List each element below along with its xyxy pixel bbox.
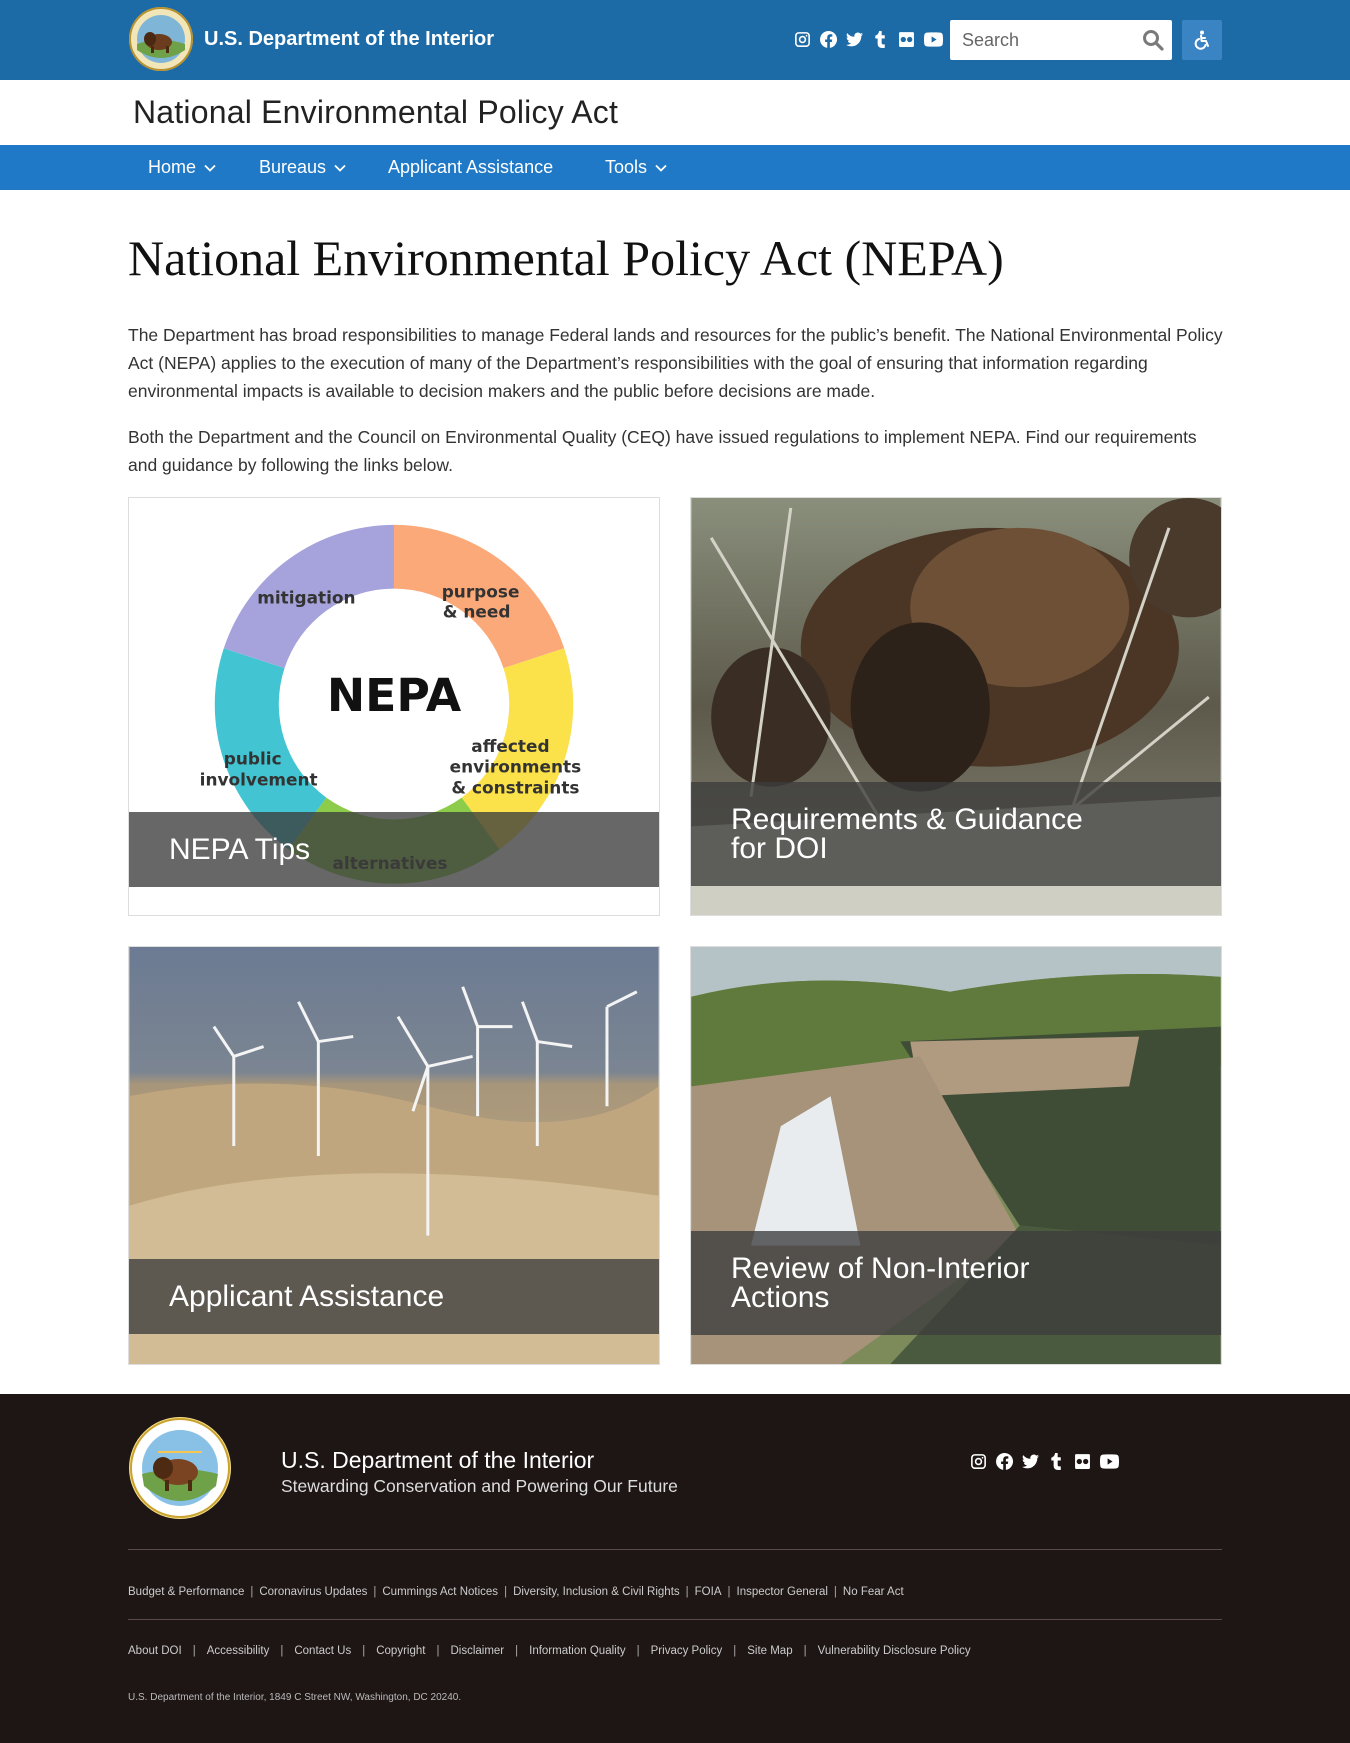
footer-link-disclaimer[interactable]: Disclaimer — [450, 1645, 504, 1657]
nepa-segment-affected-1: affected — [471, 736, 549, 756]
nepa-segment-affected-3: & constraints — [451, 778, 579, 798]
nepa-diagram-center: NEPA — [327, 669, 462, 722]
twitter-icon[interactable] — [846, 31, 863, 48]
doi-seal-logo[interactable] — [128, 6, 194, 72]
accessibility-button[interactable] — [1182, 20, 1222, 60]
footer-links-secondary: About DOI | Accessibility | Contact Us | Co… — [128, 1645, 971, 1657]
footer-divider — [128, 1549, 1222, 1550]
site-footer: U.S. Department of the Interior Stewardi… — [0, 1394, 1350, 1743]
nepa-segment-affected-2: environments — [450, 757, 582, 777]
nepa-segment-mitigation: mitigation — [257, 587, 355, 607]
card-requirements-guidance[interactable]: Requirements & Guidance for DOI — [690, 497, 1222, 916]
footer-divider — [128, 1619, 1222, 1620]
footer-tagline: Stewarding Conservation and Powering Our… — [281, 1476, 678, 1496]
chevron-down-icon — [655, 164, 667, 172]
nav-item-label: Home — [148, 157, 197, 177]
footer-links-primary: Budget & Performance | Coronavirus Update… — [128, 1586, 904, 1598]
facebook-icon[interactable] — [996, 1453, 1013, 1470]
nav-item-bureaus[interactable]: Bureaus — [259, 157, 346, 178]
site-header: U.S. Department of the Interior — [0, 0, 1350, 80]
twitter-icon[interactable] — [1022, 1453, 1039, 1470]
facebook-icon[interactable] — [820, 31, 837, 48]
site-title[interactable]: National Environmental Policy Act — [133, 94, 618, 131]
youtube-icon[interactable] — [924, 31, 943, 48]
youtube-icon[interactable] — [1100, 1453, 1119, 1470]
page-title: National Environmental Policy Act (NEPA) — [128, 230, 1004, 286]
search-box — [950, 20, 1172, 60]
doi-seal-logo[interactable] — [128, 1416, 232, 1520]
footer-link-about[interactable]: About DOI — [128, 1645, 182, 1657]
footer-link-diversity[interactable]: Diversity, Inclusion & Civil Rights — [513, 1586, 680, 1598]
flickr-icon[interactable] — [898, 31, 915, 48]
guidance-paragraph: Both the Department and the Council on E… — [128, 427, 1197, 475]
footer-link-budget[interactable]: Budget & Performance — [128, 1586, 244, 1598]
footer-link-accessibility[interactable]: Accessibility — [207, 1645, 270, 1657]
wheelchair-icon — [1194, 30, 1209, 50]
footer-social-links — [970, 1453, 1119, 1470]
main-nav: Home Bureaus Applicant Assistance Tools — [0, 145, 1350, 190]
nepa-segment-public-2: involvement — [200, 770, 318, 790]
card-label: Review of Non-Interior Actions — [691, 1231, 1221, 1335]
nepa-segment-purpose-need-2: & need — [443, 601, 511, 621]
search-input[interactable] — [950, 20, 1136, 60]
nav-item-label: Applicant Assistance — [388, 157, 554, 177]
footer-address: U.S. Department of the Interior, 1849 C … — [128, 1692, 462, 1703]
nepa-segment-purpose-need-1: purpose — [442, 582, 520, 602]
nav-item-label: Bureaus — [259, 157, 327, 177]
chevron-down-icon — [204, 164, 216, 172]
card-applicant-assistance[interactable]: Applicant Assistance — [128, 946, 660, 1365]
card-review-non-interior-actions[interactable]: Review of Non-Interior Actions — [690, 946, 1222, 1365]
nepa-segment-public-1: public — [224, 749, 282, 769]
header-social-links — [794, 31, 943, 48]
instagram-icon[interactable] — [970, 1453, 987, 1470]
footer-link-privacy[interactable]: Privacy Policy — [651, 1645, 723, 1657]
intro-paragraph: The Department has broad responsibilitie… — [128, 325, 1223, 401]
tumblr-icon[interactable] — [1048, 1453, 1065, 1470]
footer-link-inspector-general[interactable]: Inspector General — [737, 1586, 828, 1598]
footer-link-contact[interactable]: Contact Us — [294, 1645, 351, 1657]
card-nepa-tips[interactable]: NEPA mitigation purpose & need affected … — [128, 497, 660, 916]
card-label: Requirements & Guidance for DOI — [691, 782, 1221, 886]
footer-link-information-quality[interactable]: Information Quality — [529, 1645, 626, 1657]
footer-link-no-fear-act[interactable]: No Fear Act — [843, 1586, 904, 1598]
footer-title: U.S. Department of the Interior — [281, 1447, 595, 1473]
nav-item-tools[interactable]: Tools — [605, 157, 667, 178]
footer-link-site-map[interactable]: Site Map — [747, 1645, 792, 1657]
footer-link-coronavirus[interactable]: Coronavirus Updates — [259, 1586, 367, 1598]
agency-name[interactable]: U.S. Department of the Interior — [204, 28, 494, 51]
card-label: Applicant Assistance — [129, 1259, 659, 1334]
nav-item-home[interactable]: Home — [148, 157, 216, 178]
footer-link-vulnerability[interactable]: Vulnerability Disclosure Policy — [818, 1645, 971, 1657]
nav-item-label: Tools — [605, 157, 648, 177]
card-label: NEPA Tips — [129, 812, 659, 887]
nav-item-applicant-assistance[interactable]: Applicant Assistance — [388, 157, 553, 178]
flickr-icon[interactable] — [1074, 1453, 1091, 1470]
footer-link-foia[interactable]: FOIA — [695, 1586, 722, 1598]
footer-link-copyright[interactable]: Copyright — [376, 1645, 425, 1657]
footer-link-cummings-act[interactable]: Cummings Act Notices — [382, 1586, 498, 1598]
instagram-icon[interactable] — [794, 31, 811, 48]
chevron-down-icon — [334, 164, 346, 172]
tumblr-icon[interactable] — [872, 31, 889, 48]
search-icon[interactable] — [1142, 29, 1164, 51]
